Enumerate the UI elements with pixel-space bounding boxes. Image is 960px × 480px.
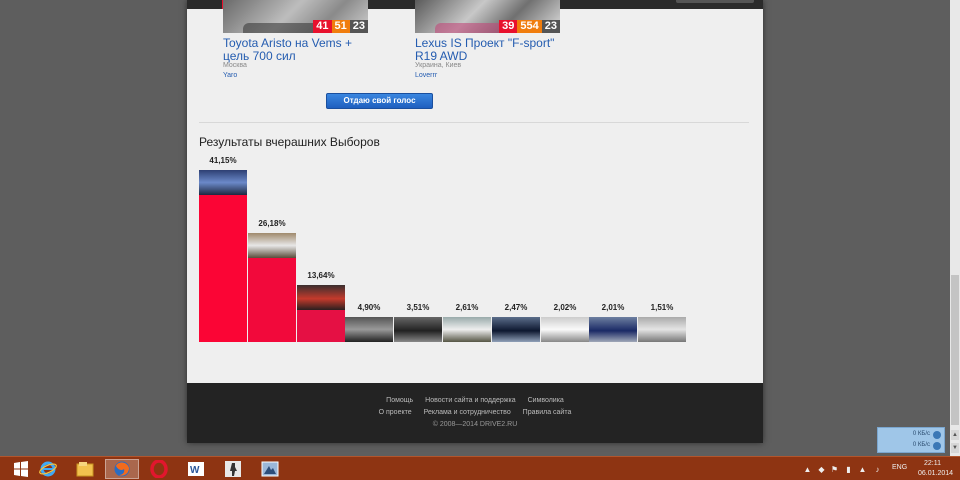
result-bar[interactable] <box>345 317 393 342</box>
result-car-thumbnail[interactable] <box>443 317 491 342</box>
tray-app-icon[interactable]: ◆ <box>817 465 826 474</box>
footer-links-row-1: Помощь Новости сайта и поддержка Символи… <box>187 397 763 404</box>
result-percent-label: 13,64% <box>307 271 335 280</box>
scroll-down-arrow-icon[interactable]: ▼ <box>951 443 959 453</box>
explorer-icon[interactable] <box>68 459 102 479</box>
result-bar[interactable] <box>541 317 589 342</box>
result-car-thumbnail[interactable] <box>394 317 442 342</box>
language-indicator[interactable]: ENG <box>892 464 907 471</box>
result-percent-label: 2,47% <box>504 303 528 312</box>
scroll-up-arrow-icon[interactable]: ▲ <box>951 430 959 440</box>
result-bar[interactable] <box>199 170 247 342</box>
clock-date[interactable]: 06.01.2014 <box>918 470 953 477</box>
result-bar[interactable] <box>638 317 686 342</box>
web-page: 41 51 23 Toyota Aristo на Vems + цель 70… <box>187 0 763 443</box>
result-bar[interactable] <box>589 317 637 342</box>
footer-link-rules[interactable]: Правила сайта <box>523 409 572 416</box>
result-car-thumbnail[interactable] <box>638 317 686 342</box>
result-percent-label: 2,61% <box>455 303 479 312</box>
result-percent-label: 26,18% <box>258 219 286 228</box>
upload-arrow-icon <box>933 431 941 439</box>
tray-signal-icon[interactable]: ▲ <box>858 465 867 474</box>
result-car-thumbnail[interactable] <box>345 317 393 342</box>
copyright-text: © 2008—2014 DRIVE2.RU <box>432 421 518 428</box>
opera-icon[interactable] <box>142 459 176 479</box>
result-car-thumbnail[interactable] <box>199 170 247 195</box>
footer-link-symbols[interactable]: Символика <box>528 397 564 404</box>
app-icon[interactable] <box>253 459 287 479</box>
result-percent-label: 4,90% <box>357 303 381 312</box>
result-car-thumbnail[interactable] <box>589 317 637 342</box>
result-percent-label: 3,51% <box>406 303 430 312</box>
result-bar[interactable] <box>297 285 345 342</box>
tray-arrow-icon[interactable]: ▲ <box>803 465 812 474</box>
download-arrow-icon <box>933 442 941 450</box>
result-bar[interactable] <box>492 317 540 342</box>
result-car-thumbnail[interactable] <box>541 317 589 342</box>
network-speed-widget[interactable]: 0 КБ/с 0 КБ/с <box>877 427 945 453</box>
result-bar[interactable] <box>443 317 491 342</box>
firefox-icon[interactable] <box>105 459 139 479</box>
result-percent-label: 2,02% <box>553 303 577 312</box>
clock-time[interactable]: 22:11 <box>924 460 941 467</box>
tray-flag-icon[interactable]: ⚑ <box>830 465 839 474</box>
footer-links-row-2: О проекте Реклама и сотрудничество Прави… <box>187 409 763 416</box>
result-percent-label: 1,51% <box>650 303 674 312</box>
vertical-scrollbar[interactable]: ▲ ▼ <box>950 0 960 456</box>
result-car-thumbnail[interactable] <box>248 233 296 258</box>
footer-link-about[interactable]: О проекте <box>379 409 412 416</box>
footer-link-ads[interactable]: Реклама и сотрудничество <box>424 409 511 416</box>
tray-network-icon[interactable]: ▮ <box>844 465 853 474</box>
result-car-thumbnail[interactable] <box>492 317 540 342</box>
footer-link-help[interactable]: Помощь <box>386 397 413 404</box>
tray-volume-icon[interactable]: ♪ <box>873 465 882 474</box>
ie-icon[interactable] <box>31 459 65 479</box>
upload-speed: 0 КБ/с <box>912 431 930 437</box>
site-footer: Помощь Новости сайта и поддержка Символи… <box>187 383 763 443</box>
result-bar[interactable] <box>248 233 296 342</box>
footer-link-news[interactable]: Новости сайта и поддержка <box>425 397 515 404</box>
svg-text:W: W <box>190 465 200 476</box>
windows-taskbar: W ▲ ◆ ⚑ ▮ ▲ ♪ ENG 22:11 06.01.2014 <box>0 456 960 480</box>
scrollbar-thumb[interactable] <box>951 275 959 425</box>
result-percent-label: 2,01% <box>601 303 625 312</box>
result-car-thumbnail[interactable] <box>297 285 345 310</box>
result-percent-label: 41,15% <box>209 156 237 165</box>
counter-strike-icon[interactable] <box>216 459 250 479</box>
word-icon[interactable]: W <box>179 459 213 479</box>
results-bar-chart: 41,15% 26,18% 13,64% 4,90% 3,51% 2,61% 2,47% 2,… <box>187 0 763 400</box>
download-speed: 0 КБ/с <box>912 442 930 448</box>
result-bar[interactable] <box>394 317 442 342</box>
